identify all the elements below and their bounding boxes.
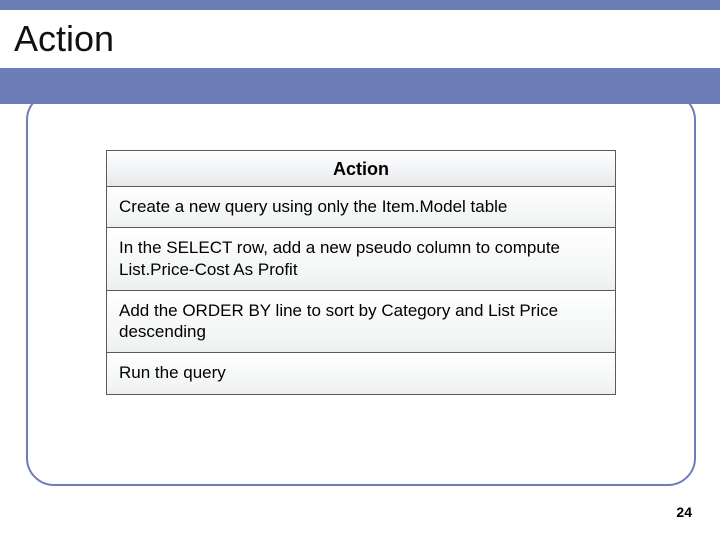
table-row: Run the query [107, 353, 615, 393]
slide-title: Action [14, 18, 114, 60]
top-accent-bar [0, 0, 720, 10]
action-table: Action Create a new query using only the… [106, 150, 616, 395]
content-frame: Action Create a new query using only the… [26, 92, 696, 486]
title-row: Action [0, 10, 720, 68]
page-number: 24 [676, 504, 692, 520]
table-row: In the SELECT row, add a new pseudo colu… [107, 228, 615, 291]
table-header: Action [107, 151, 615, 187]
table-row: Create a new query using only the Item.M… [107, 187, 615, 228]
table-row: Add the ORDER BY line to sort by Categor… [107, 291, 615, 354]
slide: Action Action Create a new query using o… [0, 0, 720, 540]
